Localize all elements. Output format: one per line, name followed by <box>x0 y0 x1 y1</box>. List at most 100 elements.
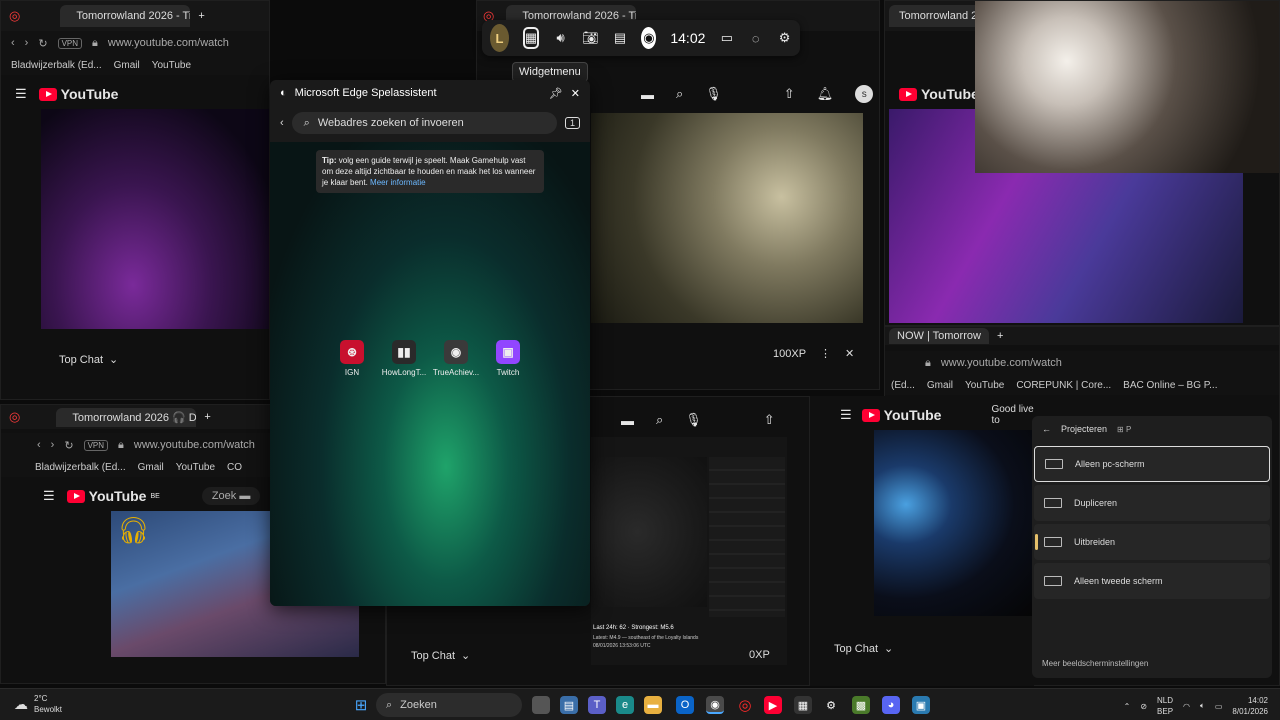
bookmark-item[interactable]: Gmail <box>138 462 164 473</box>
youtube-logo[interactable]: YouTube BE <box>66 488 160 504</box>
project-option-duplicate[interactable]: Dupliceren <box>1034 485 1270 521</box>
project-option-second-only[interactable]: Alleen tweede scherm <box>1034 563 1270 599</box>
microphone-icon[interactable]: 🎙︎ <box>705 86 722 102</box>
video-player[interactable] <box>591 113 863 323</box>
bookmark-item[interactable]: (Ed... <box>891 380 915 391</box>
forward-icon[interactable]: › <box>25 37 29 49</box>
new-tab-button[interactable]: + <box>204 411 210 423</box>
project-option-extend[interactable]: Uitbreiden <box>1034 524 1270 560</box>
reload-icon[interactable]: ↻ <box>38 37 47 50</box>
shortcut-ign[interactable]: ⊛ IGN <box>326 340 378 377</box>
shortcut-trueachievements[interactable]: ◉ TrueAchiev... <box>430 340 482 377</box>
tab-tomorrowland[interactable]: Tomorrowland 2026 🎧 D.J <box>56 407 197 427</box>
bookmark-item[interactable]: Gmail <box>114 60 140 71</box>
bookmark-item[interactable]: Bladwijzerbalk (Ed... <box>35 462 126 473</box>
teams-icon[interactable]: T <box>588 696 606 714</box>
taskbar-clock[interactable]: 14:02 8/01/2026 <box>1232 695 1268 717</box>
youtube-logo[interactable]: YouTube <box>38 86 118 102</box>
store-icon[interactable]: ▤ <box>560 696 578 714</box>
back-icon[interactable]: ‹ <box>280 117 284 129</box>
tab-tomorrowland[interactable]: Tomorrowland 2026 - Tie <box>60 5 191 27</box>
back-icon[interactable]: ‹ <box>11 37 15 49</box>
url-field[interactable]: www.youtube.com/watch <box>134 439 255 451</box>
settings-icon[interactable]: ⚙ <box>777 27 792 49</box>
vpn-badge[interactable]: VPN <box>83 439 109 451</box>
avatar[interactable]: s <box>855 85 874 103</box>
close-icon[interactable]: ✕ <box>571 87 580 100</box>
search-clear-icon[interactable]: ▬ <box>641 87 654 102</box>
project-option-pc-only[interactable]: Alleen pc-scherm <box>1034 446 1270 482</box>
tip-more-info-link[interactable]: Meer informatie <box>370 178 426 187</box>
display-settings-link[interactable]: Meer beeldscherminstellingen <box>1042 659 1148 668</box>
search-icon[interactable]: ⌕ <box>656 412 663 428</box>
search-input[interactable]: Good live to <box>991 404 1034 426</box>
bell-icon[interactable]: 🔔︎ <box>817 86 834 102</box>
search-input[interactable]: Zoek ▬ <box>201 487 261 505</box>
chrome-icon[interactable]: ◉ <box>706 696 724 714</box>
back-icon[interactable]: ‹ <box>11 439 41 451</box>
bookmark-item[interactable]: YouTube <box>965 380 1004 391</box>
menu-icon[interactable]: ☰ <box>15 86 27 102</box>
edge-icon[interactable]: e <box>616 696 634 714</box>
settings-icon[interactable]: ⚙ <box>822 696 840 714</box>
folder-icon[interactable]: ▬ <box>644 696 662 714</box>
assist-search-input[interactable]: ⌕ Webadres zoeken of invoeren <box>291 112 557 134</box>
outlook-icon[interactable]: O <box>676 696 694 714</box>
language-indicator[interactable]: NLD BEP <box>1157 695 1173 717</box>
opera-icon[interactable]: ◎ <box>736 696 754 714</box>
vpn-badge[interactable]: VPN <box>57 37 83 49</box>
youtube-logo[interactable]: YouTube <box>861 407 941 423</box>
top-chat-selector[interactable]: Top Chat ⌄ <box>834 642 893 656</box>
bookmark-item[interactable]: COREPUNK | Core... <box>1016 380 1111 391</box>
youtube-taskbar-icon[interactable]: ▶ <box>764 696 782 714</box>
minecraft-icon[interactable]: ▩ <box>852 696 870 714</box>
new-tab-button[interactable]: + <box>997 330 1003 342</box>
bookmark-item[interactable]: BAC Online – BG P... <box>1123 380 1217 391</box>
video-player[interactable] <box>874 430 1034 616</box>
speaker-icon[interactable]: 🔈︎ <box>1200 701 1205 711</box>
bookmark-item[interactable]: YouTube <box>152 60 191 71</box>
menu-icon[interactable]: ☰ <box>43 488 55 504</box>
taskbar-search[interactable]: ⌕ Zoeken <box>376 693 522 717</box>
video-player[interactable] <box>41 109 269 329</box>
reload-icon[interactable]: ↻ <box>64 439 73 452</box>
capture-icon[interactable]: 📷︎ <box>582 27 599 49</box>
earthquake-map-video[interactable]: Last 24h: 62 · Strongest: M5.6 Latest: M… <box>591 437 787 665</box>
youtube-logo[interactable]: YouTube <box>899 86 979 102</box>
more-icon[interactable]: ⋮ <box>820 347 831 360</box>
url-field[interactable]: www.youtube.com/watch <box>941 357 1062 369</box>
top-chat-selector[interactable]: Top Chat ⌄ <box>59 353 118 367</box>
photos-icon[interactable]: ▣ <box>912 696 930 714</box>
task-view-icon[interactable] <box>532 696 550 714</box>
start-icon[interactable]: ⊞ <box>352 696 370 714</box>
forward-icon[interactable]: › <box>51 439 55 451</box>
bookmark-item[interactable]: YouTube <box>176 462 215 473</box>
search-clear-icon[interactable]: ▬ <box>621 413 634 428</box>
widget-menu-icon[interactable]: ▦ <box>522 27 540 49</box>
upload-icon[interactable]: ⇧ <box>784 86 795 102</box>
tab-now[interactable]: NOW | Tomorrow <box>889 328 989 344</box>
url-field[interactable]: www.youtube.com/watch <box>108 37 229 49</box>
bookmark-item[interactable]: Bladwijzerbalk (Ed... <box>11 60 102 71</box>
performance-icon[interactable]: ▤ <box>613 27 628 49</box>
shortcut-howlongtobeat[interactable]: ▮▮ HowLongT... <box>378 340 430 377</box>
league-game-icon[interactable]: L <box>490 24 509 52</box>
shortcut-twitch[interactable]: ▣ Twitch <box>482 340 534 377</box>
top-chat-selector[interactable]: Top Chat ⌄ <box>411 649 470 663</box>
menu-icon[interactable]: ☰ <box>840 407 852 423</box>
microphone-icon[interactable]: 🎙︎ <box>685 412 702 428</box>
close-icon[interactable]: ✕ <box>845 347 854 360</box>
upload-icon[interactable]: ⇧ <box>764 412 775 428</box>
tab-count-badge[interactable]: 1 <box>564 117 580 129</box>
wifi-icon[interactable]: ◠ <box>1183 702 1190 711</box>
back-icon[interactable]: ← <box>1042 424 1051 434</box>
new-tab-button[interactable]: + <box>198 10 204 22</box>
calculator-icon[interactable]: ▦ <box>794 696 812 714</box>
bookmark-item[interactable]: CO <box>227 462 242 473</box>
bookmark-item[interactable]: Gmail <box>927 380 953 391</box>
volume-icon[interactable]: 🔊︎ <box>553 27 568 49</box>
edge-assistant-icon[interactable]: ◉ <box>641 27 657 49</box>
chevron-up-icon[interactable]: ⌃ <box>1124 702 1131 711</box>
network-off-icon[interactable]: ⊘ <box>1140 702 1147 711</box>
search-icon[interactable]: ⌕ <box>676 86 683 102</box>
